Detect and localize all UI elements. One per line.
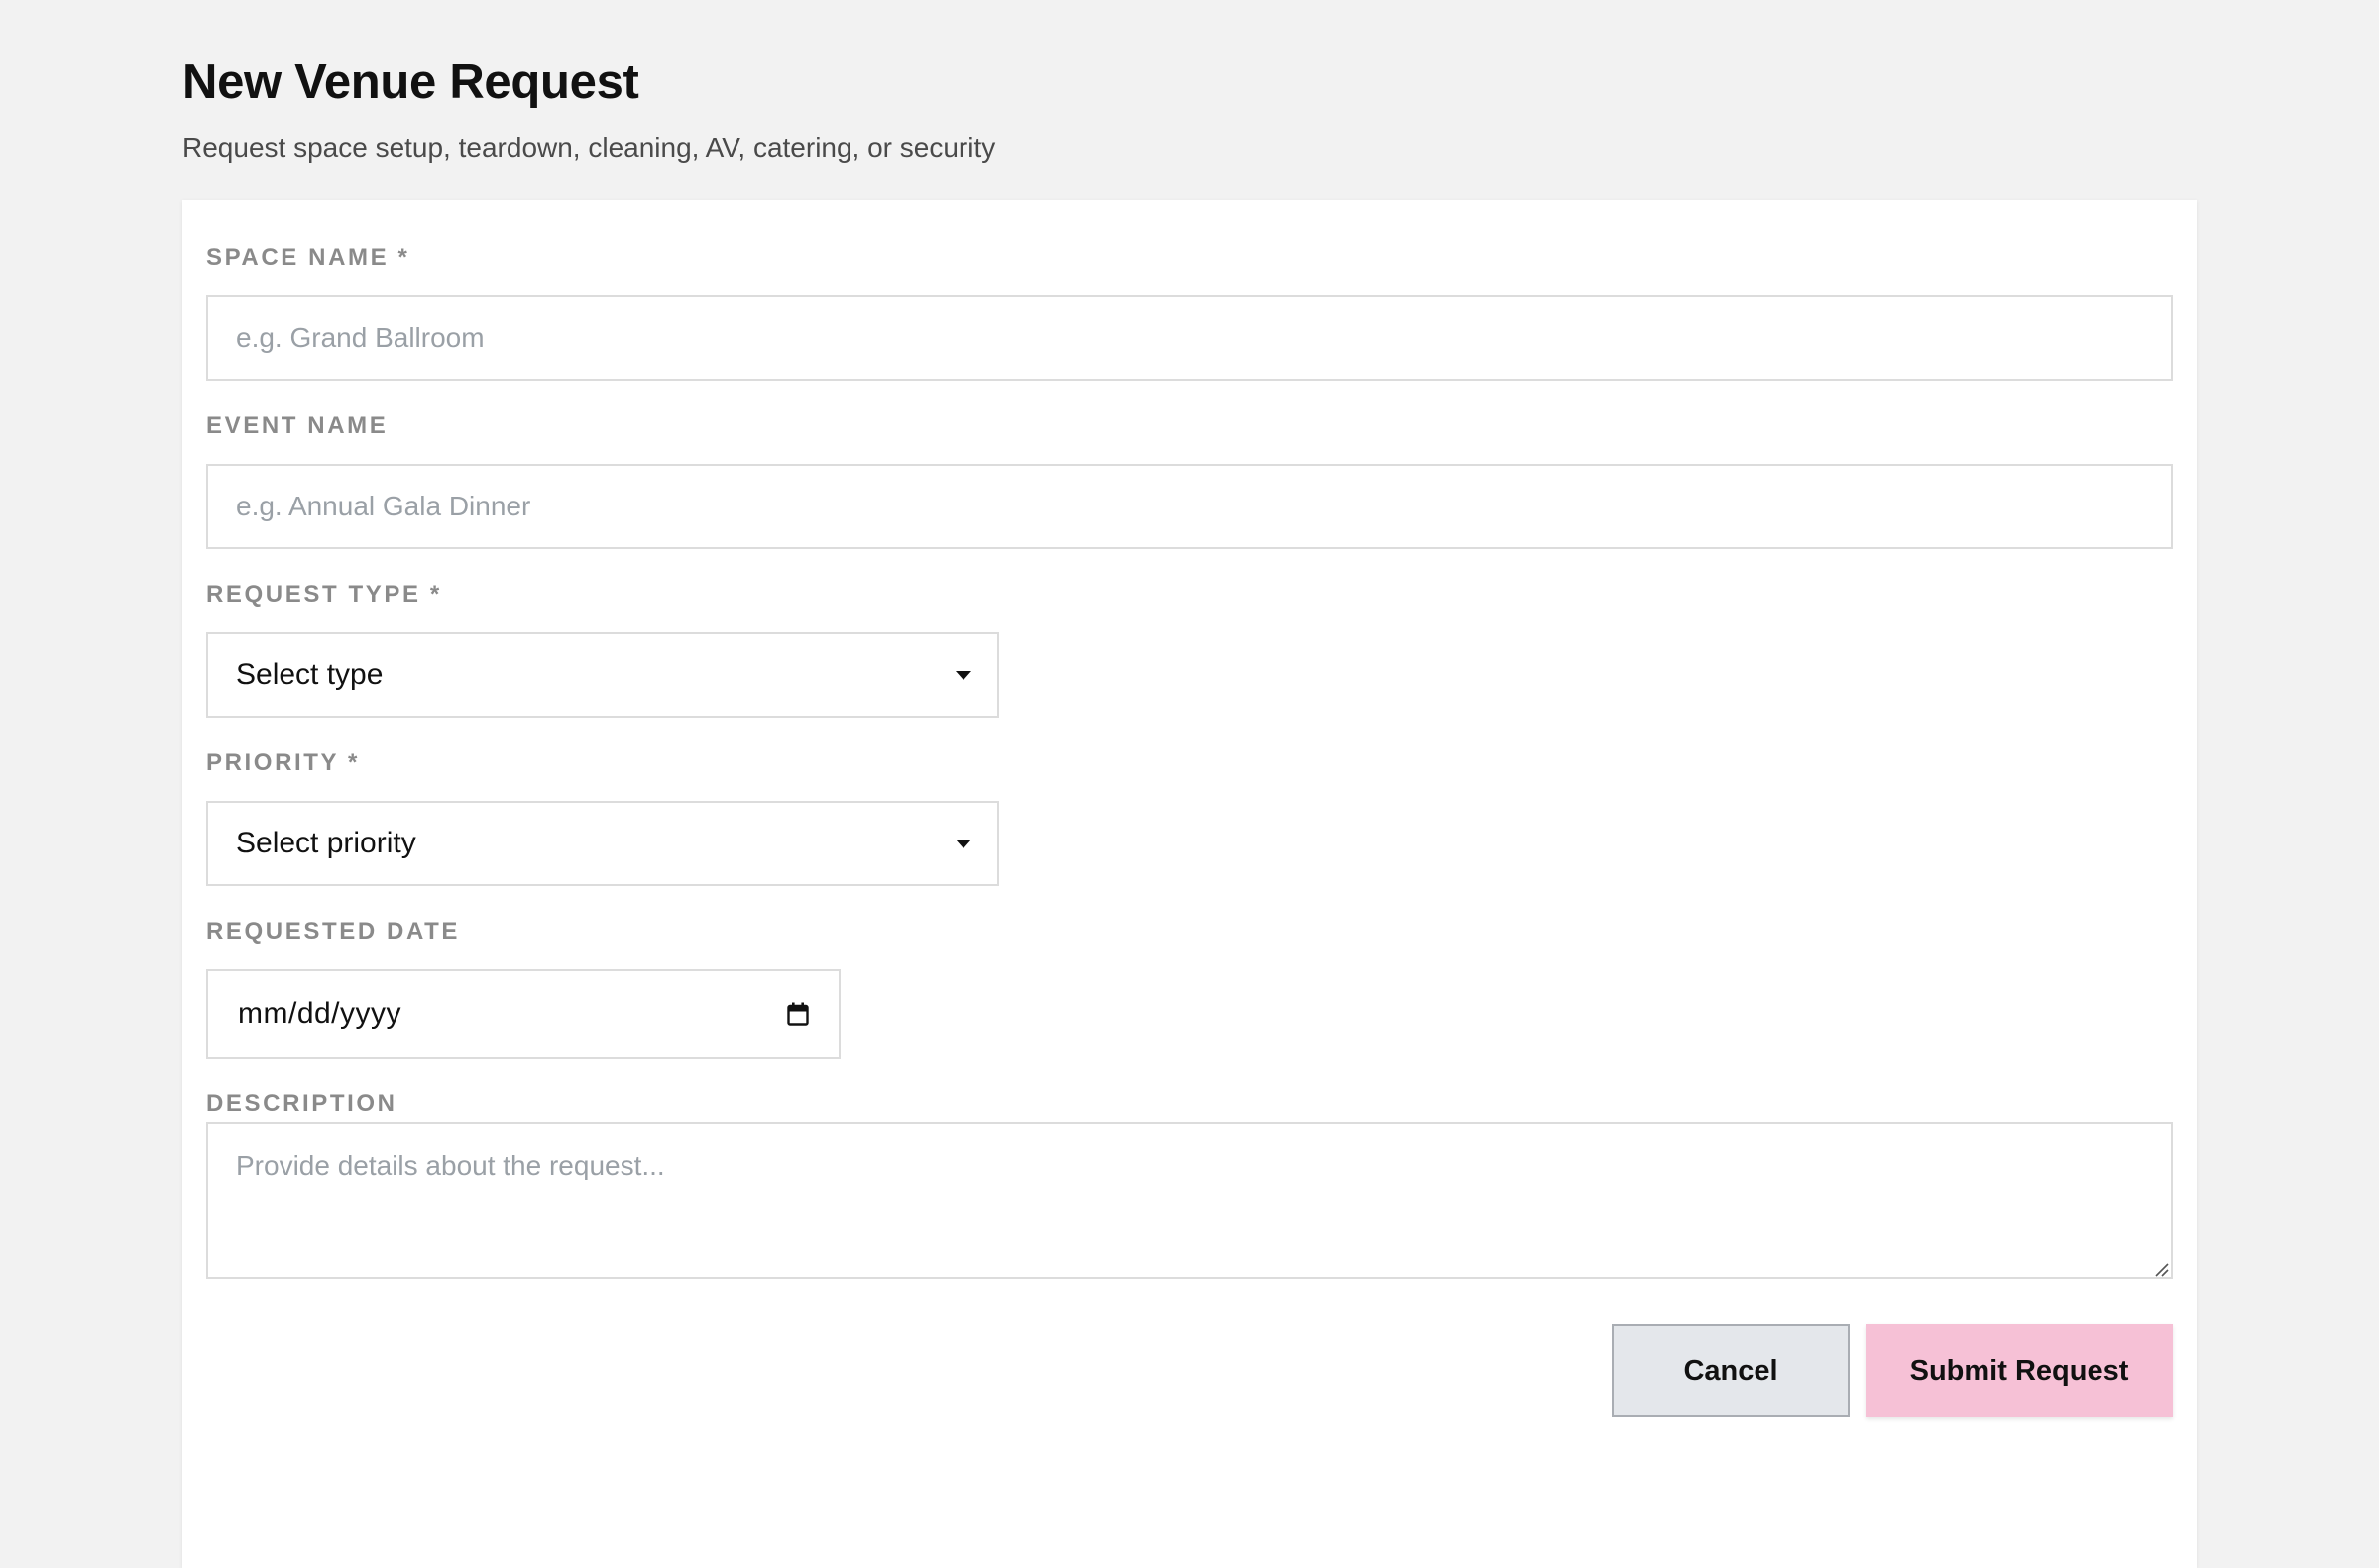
page-header: New Venue Request Request space setup, t… xyxy=(182,50,995,165)
page-subtitle: Request space setup, teardown, cleaning,… xyxy=(182,132,996,163)
submit-request-button[interactable]: Submit Request xyxy=(1866,1324,2173,1417)
requested-date-label: REQUESTED DATE xyxy=(206,918,460,945)
chevron-down-icon xyxy=(956,670,971,680)
chevron-down-icon xyxy=(956,839,971,848)
priority-label: PRIORITY * xyxy=(206,749,360,776)
space-name-input[interactable] xyxy=(206,295,2173,381)
requested-date-value: mm/dd/yyyy xyxy=(238,997,402,1030)
requested-date-input[interactable]: mm/dd/yyyy xyxy=(206,969,841,1059)
event-name-input[interactable] xyxy=(206,464,2173,549)
request-type-select[interactable]: Select type xyxy=(206,632,999,718)
request-form-card: SPACE NAME * EVENT NAME REQUEST TYPE * S… xyxy=(182,200,2197,1568)
event-name-label: EVENT NAME xyxy=(206,412,389,439)
request-type-label: REQUEST TYPE * xyxy=(206,581,442,608)
description-label: DESCRIPTION xyxy=(206,1090,397,1117)
description-textarea[interactable] xyxy=(206,1122,2173,1279)
resize-handle-icon[interactable] xyxy=(2153,1261,2169,1277)
calendar-icon[interactable] xyxy=(787,1002,809,1026)
cancel-button[interactable]: Cancel xyxy=(1612,1324,1850,1417)
priority-select[interactable]: Select priority xyxy=(206,801,999,886)
request-type-value: Select type xyxy=(236,658,384,691)
priority-value: Select priority xyxy=(236,827,416,859)
space-name-label: SPACE NAME * xyxy=(206,244,410,271)
page-title: New Venue Request xyxy=(182,56,639,109)
